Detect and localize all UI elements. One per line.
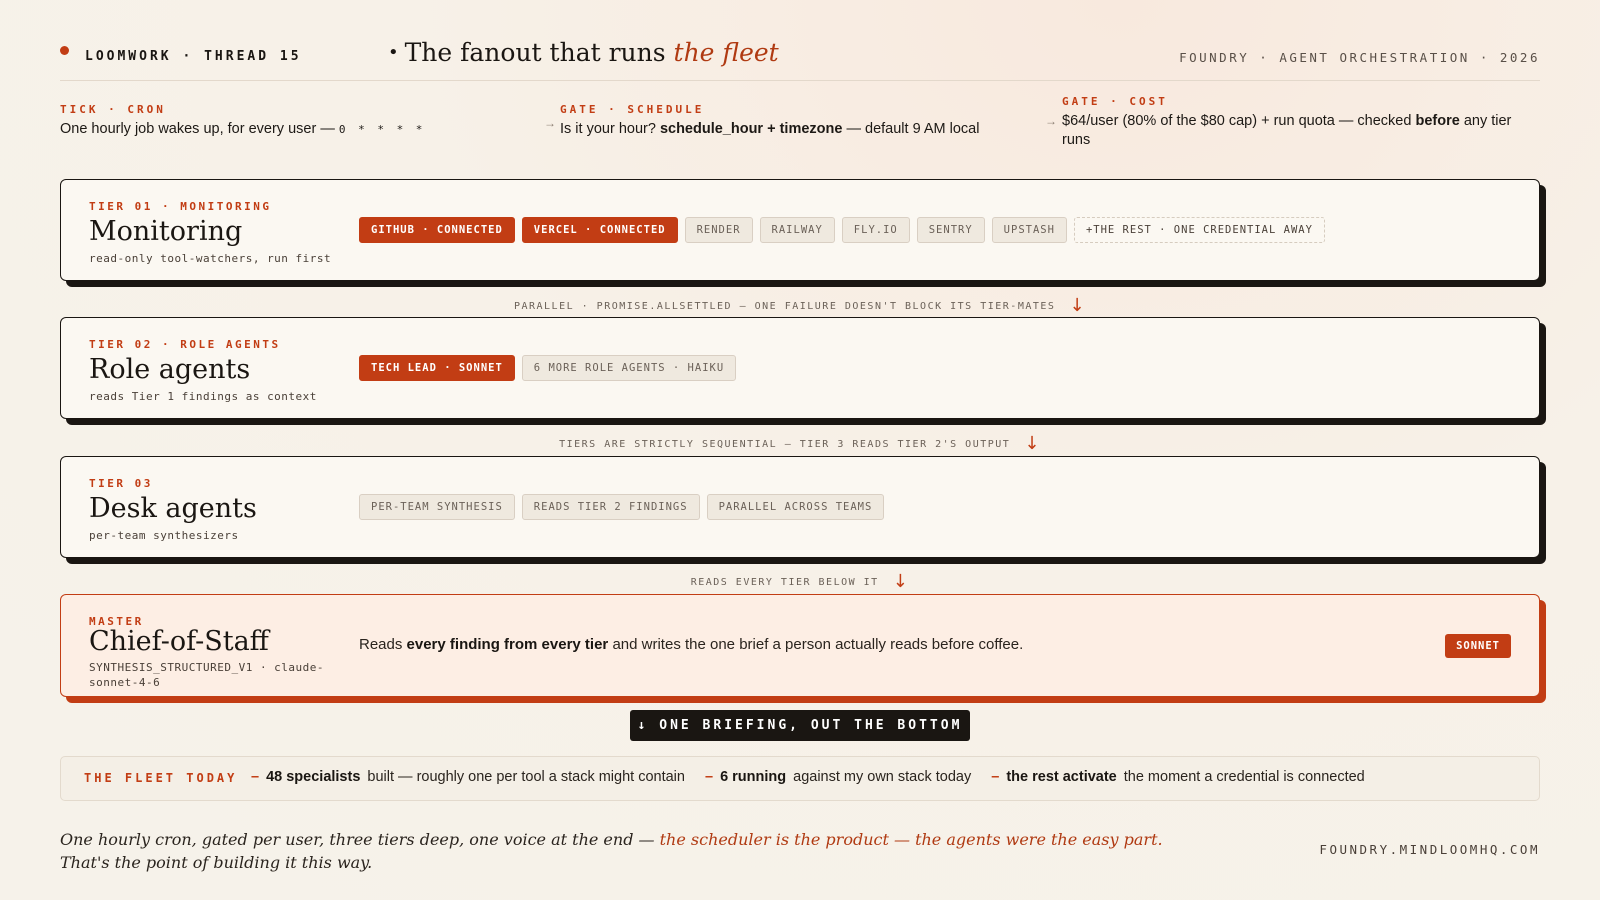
tier-subtitle: read-only tool-watchers, run first: [89, 252, 332, 265]
chip-per-team-synthesis: PER-TEAM SYNTHESIS: [359, 494, 515, 520]
brand-dot: [60, 46, 69, 55]
tier-name: Role agents: [89, 354, 251, 385]
arrow-right-icon: →: [544, 116, 556, 130]
gate-schedule: GATE · SCHEDULE Is it your hour? schedul…: [560, 103, 1030, 139]
arrow-down-icon: ↓: [1069, 295, 1087, 316]
connector-tier1-tier2: PARALLEL · PROMISE.ALLSETTLED — ONE FAIL…: [0, 293, 1600, 316]
tier-kicker: TIER 01 · MONITORING: [89, 200, 272, 213]
chip-upstash: UPSTASH: [991, 217, 1067, 243]
footer-quote: One hourly cron, gated per user, three t…: [60, 830, 1163, 872]
footer-url: FOUNDRY.MINDLOOMHQ.COM: [1319, 842, 1540, 857]
chip-flyio: FLY.IO: [841, 217, 910, 243]
gate-label: GATE · SCHEDULE: [560, 103, 705, 116]
fleet-summary: THE FLEET TODAY –48 specialists built — r…: [60, 756, 1540, 801]
chip-the-rest: +THE REST · ONE CREDENTIAL AWAY: [1073, 217, 1325, 243]
connector-label: READS EVERY TIER BELOW IT: [690, 577, 879, 588]
header: LOOMWORK · THREAD 15 • The fanout that ru…: [60, 36, 1540, 81]
arrow-down-icon: ↓: [1024, 433, 1041, 454]
tier-subtitle: per-team synthesizers: [89, 529, 239, 542]
fleet-label: THE FLEET TODAY: [84, 771, 238, 785]
gate-label: GATE · COST: [1062, 95, 1168, 108]
chip-list: PER-TEAM SYNTHESIS READS TIER 2 FINDINGS…: [359, 494, 885, 520]
page-title: • The fanout that runs the fleet: [388, 38, 779, 67]
chip-list: GITHUB · CONNECTED VERCEL · CONNECTED RE…: [359, 217, 1325, 243]
tier-kicker: TIER 02 · ROLE AGENTS: [89, 338, 281, 351]
fleet-items: –48 specialists built — roughly one per t…: [251, 769, 1385, 785]
connector-label: TIERS ARE STRICTLY SEQUENTIAL — TIER 3 R…: [559, 439, 1011, 450]
chip-vercel: VERCEL · CONNECTED: [521, 217, 678, 243]
fleet-item: –48 specialists built — roughly one per t…: [251, 769, 685, 785]
gate-label: TICK · CRON: [60, 103, 166, 116]
tier-subtitle: SYNTHESIS_STRUCTURED_V1 · claude- sonnet…: [89, 661, 325, 689]
tier-name: Desk agents: [89, 493, 257, 524]
chip-tech-lead: TECH LEAD · SONNET: [359, 355, 515, 381]
connector-tier3-master: READS EVERY TIER BELOW IT ↓: [0, 569, 1600, 592]
chip-railway: RAILWAY: [759, 217, 835, 243]
tier-name: Chief-of-Staff: [89, 626, 269, 657]
brand-label: LOOMWORK · THREAD 15: [85, 49, 302, 64]
arrow-down-icon: ↓: [892, 571, 910, 592]
tier-monitoring: TIER 01 · MONITORING Monitoring read-onl…: [60, 179, 1540, 281]
tier-master: MASTER Chief-of-Staff SYNTHESIS_STRUCTUR…: [60, 594, 1540, 697]
gate-text: Is it your hour? schedule_hour + timezon…: [560, 121, 980, 137]
fleet-item: – the rest activate the moment a credentia…: [991, 769, 1365, 785]
chip-more-role-agents: 6 MORE ROLE AGENTS · HAIKU: [521, 355, 737, 381]
master-description: Reads every finding from every tier and …: [359, 636, 1024, 653]
gate-text: One hourly job wakes up, for every user …: [60, 121, 426, 137]
chip-list: TECH LEAD · SONNET 6 MORE ROLE AGENTS · …: [359, 355, 737, 381]
tier-role-agents: TIER 02 · ROLE AGENTS Role agents reads …: [60, 317, 1540, 419]
header-tagline: FOUNDRY · AGENT ORCHESTRATION · 2026: [1179, 50, 1540, 65]
arrow-right-icon: →: [1045, 114, 1057, 128]
title-emphasis: the fleet: [673, 38, 779, 67]
chip-parallel-teams: PARALLEL ACROSS TEAMS: [706, 494, 885, 520]
tier-subtitle: reads Tier 1 findings as context: [89, 390, 317, 403]
cron-expression: 0 * * * *: [338, 123, 426, 136]
gate-text: $64/user (80% of the $80 cap) + run quot…: [1062, 113, 1512, 148]
tier-desk-agents: TIER 03 Desk agents per-team synthesizer…: [60, 456, 1540, 558]
connector-tier2-tier3: TIERS ARE STRICTLY SEQUENTIAL — TIER 3 R…: [0, 431, 1600, 454]
title-prefix: The fanout that runs: [404, 38, 674, 67]
chip-sentry: SENTRY: [916, 217, 985, 243]
gate-cost: GATE · COST $64/user (80% of the $80 cap…: [1062, 95, 1540, 150]
chip-render: RENDER: [684, 217, 753, 243]
tier-name: Monitoring: [89, 216, 243, 247]
fleet-item: –6 running against my own stack today: [704, 769, 972, 785]
chip-github: GITHUB · CONNECTED: [359, 217, 515, 243]
gate-tick-cron: TICK · CRON One hourly job wakes up, for…: [60, 103, 520, 139]
connector-label: PARALLEL · PROMISE.ALLSETTLED — ONE FAIL…: [513, 301, 1056, 312]
tier-kicker: TIER 03: [89, 477, 153, 490]
briefing-banner: ↓ ONE BRIEFING, OUT THE BOTTOM: [630, 710, 970, 741]
chip-reads-tier2: READS TIER 2 FINDINGS: [521, 494, 700, 520]
model-badge: SONNET: [1445, 634, 1511, 658]
